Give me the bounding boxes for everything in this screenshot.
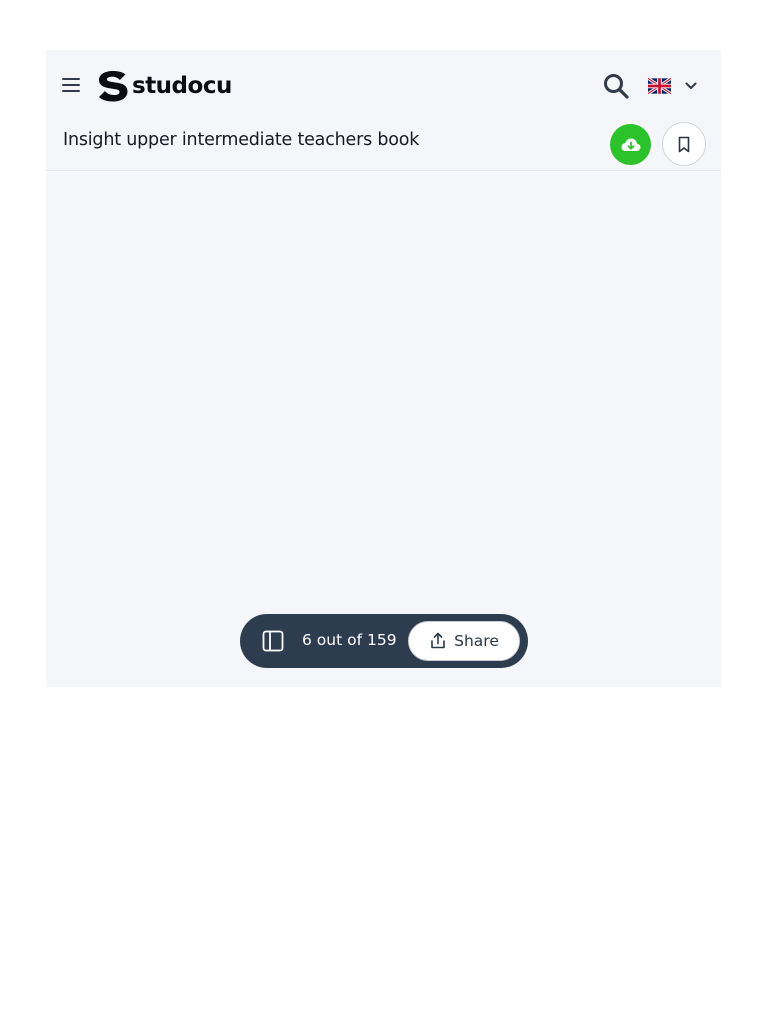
document-title: Insight upper intermediate teachers book [63, 130, 420, 150]
top-navigation-bar: studocu [46, 50, 721, 122]
share-label: Share [454, 632, 499, 650]
download-button[interactable] [610, 124, 651, 165]
bookmark-icon [678, 136, 690, 152]
page-navigation-pill: 6 out of 159 Share [240, 614, 528, 668]
uk-flag-icon [648, 78, 671, 94]
brand-name: studocu [132, 73, 232, 99]
document-title-bar: Insight upper intermediate teachers book [46, 122, 721, 171]
studocu-logo[interactable]: studocu [97, 70, 232, 102]
share-upload-icon [431, 632, 445, 649]
chevron-down-icon [685, 82, 697, 89]
bookmark-button[interactable] [662, 122, 706, 166]
cloud-download-icon [621, 138, 640, 151]
share-button[interactable]: Share [408, 621, 520, 661]
document-viewer: studocu Insight upper intermediate teach… [46, 50, 721, 687]
search-icon[interactable] [602, 72, 630, 100]
studocu-logo-mark-icon [99, 71, 128, 102]
language-selector[interactable] [648, 76, 698, 96]
hamburger-menu-icon[interactable] [60, 74, 82, 96]
sidebar-panel-icon[interactable] [262, 630, 284, 652]
page-counter: 6 out of 159 [302, 631, 397, 649]
